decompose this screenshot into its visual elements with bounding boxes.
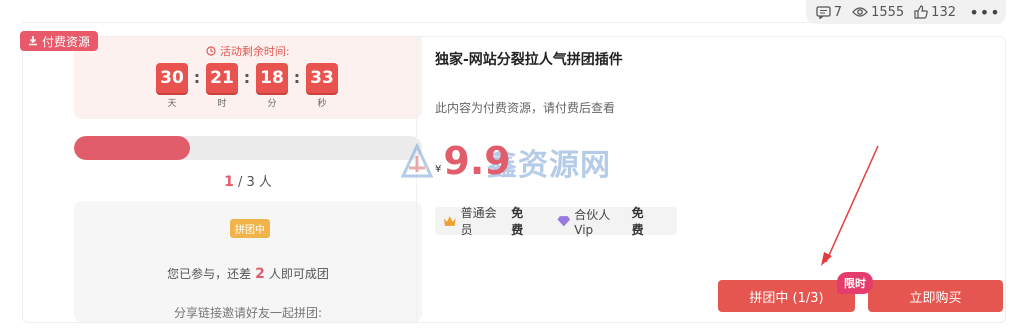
watermark-logo-icon — [400, 142, 434, 178]
countdown-days: 30 — [156, 63, 188, 93]
unit-minutes: 分 — [267, 99, 277, 109]
group-progress-fill — [74, 136, 190, 160]
unit-seconds: 秒 — [317, 99, 327, 109]
group-progress-bar — [74, 136, 422, 160]
view-count-value: 1555 — [871, 4, 905, 20]
countdown-box: 活动剩余时间: 30 天 : 21 时 : 18 分 : 33 秒 — [74, 37, 422, 119]
separator: : — [243, 68, 251, 87]
buy-now-button[interactable]: 立即购买 — [868, 280, 1003, 312]
resource-card: 活动剩余时间: 30 天 : 21 时 : 18 分 : 33 秒 1 / 3 人 拼团… — [22, 36, 1006, 323]
separator: : — [193, 68, 201, 87]
download-icon — [29, 36, 37, 46]
group-total-text: / 3 人 — [237, 175, 272, 190]
post-stats: 7 1555 132 ••• — [805, 0, 1006, 24]
regular-member-label: 普通会员 — [460, 206, 497, 237]
regular-member-price: 普通会员 免费 — [443, 204, 535, 238]
regular-member-free: 免费 — [511, 206, 524, 237]
comment-count-value: 7 — [833, 4, 843, 20]
countdown-title-text: 活动剩余时间: — [219, 45, 290, 58]
unit-days: 天 — [167, 99, 177, 109]
group-status-message: 您已参与，还差 2 人即可成团 — [74, 265, 422, 282]
countdown-seconds: 33 — [306, 63, 338, 93]
thumbs-up-icon — [914, 5, 928, 19]
share-invite-text: 分享链接邀请好友一起拼团: — [173, 306, 323, 320]
group-status-tag: 拼团中 — [230, 219, 270, 238]
partner-vip-label: 合伙人Vip — [574, 207, 611, 237]
countdown-hours: 21 — [206, 63, 238, 93]
paid-resource-label: 付费资源 — [42, 34, 91, 49]
view-count: 1555 — [852, 5, 904, 20]
more-icon: ••• — [969, 2, 1001, 22]
group-member-count: 1 / 3 人 — [74, 171, 422, 190]
group-buy-button[interactable]: 拼团中 (1/3) — [718, 280, 855, 312]
like-count[interactable]: 132 — [914, 5, 956, 20]
comment-count[interactable]: 7 — [816, 5, 842, 20]
clock-icon — [206, 46, 216, 56]
unit-hours: 时 — [217, 99, 227, 109]
like-count-value: 132 — [931, 4, 956, 20]
group-remaining-count: 2 — [255, 266, 265, 282]
crown-icon — [443, 216, 456, 226]
member-pricing: 普通会员 免费 合伙人Vip 免费 — [435, 204, 677, 238]
group-msg-suffix: 人即可成团 — [268, 267, 329, 281]
paid-content-note: 此内容为付费资源，请付费后查看 — [435, 101, 616, 115]
comment-icon — [816, 5, 831, 19]
price-value: 9.9 — [443, 139, 511, 183]
product-panel: 独家-网站分裂拉人气拼团插件 此内容为付费资源，请付费后查看 鑫资源网 ¥ 9.… — [400, 37, 1003, 322]
group-status-box: 拼团中 您已参与，还差 2 人即可成团 分享链接邀请好友一起拼团: — [74, 201, 422, 322]
group-buy-panel: 活动剩余时间: 30 天 : 21 时 : 18 分 : 33 秒 1 / 3 人 拼团… — [51, 37, 422, 322]
currency-symbol: ¥ — [435, 164, 442, 175]
product-title: 独家-网站分裂拉人气拼团插件 — [435, 52, 623, 68]
group-current-count: 1 — [224, 174, 234, 190]
diamond-icon — [557, 216, 570, 227]
separator: : — [293, 68, 301, 87]
group-msg-prefix: 您已参与，还差 — [167, 267, 252, 281]
top-bar: 7 1555 132 ••• — [0, 0, 1024, 24]
partner-vip-price: 合伙人Vip 免费 — [557, 204, 655, 238]
countdown-digits: 30 天 : 21 时 : 18 分 : 33 秒 — [156, 63, 338, 109]
price: ¥ 9.9 — [435, 141, 511, 181]
paid-resource-tag: 付费资源 — [20, 31, 99, 51]
eye-icon — [852, 7, 868, 17]
countdown-title: 活动剩余时间: — [74, 43, 422, 59]
limited-time-badge: 限时 — [837, 272, 873, 294]
partner-vip-free: 免费 — [631, 206, 644, 237]
more-options-button[interactable]: ••• — [969, 2, 1001, 22]
countdown-minutes: 18 — [256, 63, 288, 93]
